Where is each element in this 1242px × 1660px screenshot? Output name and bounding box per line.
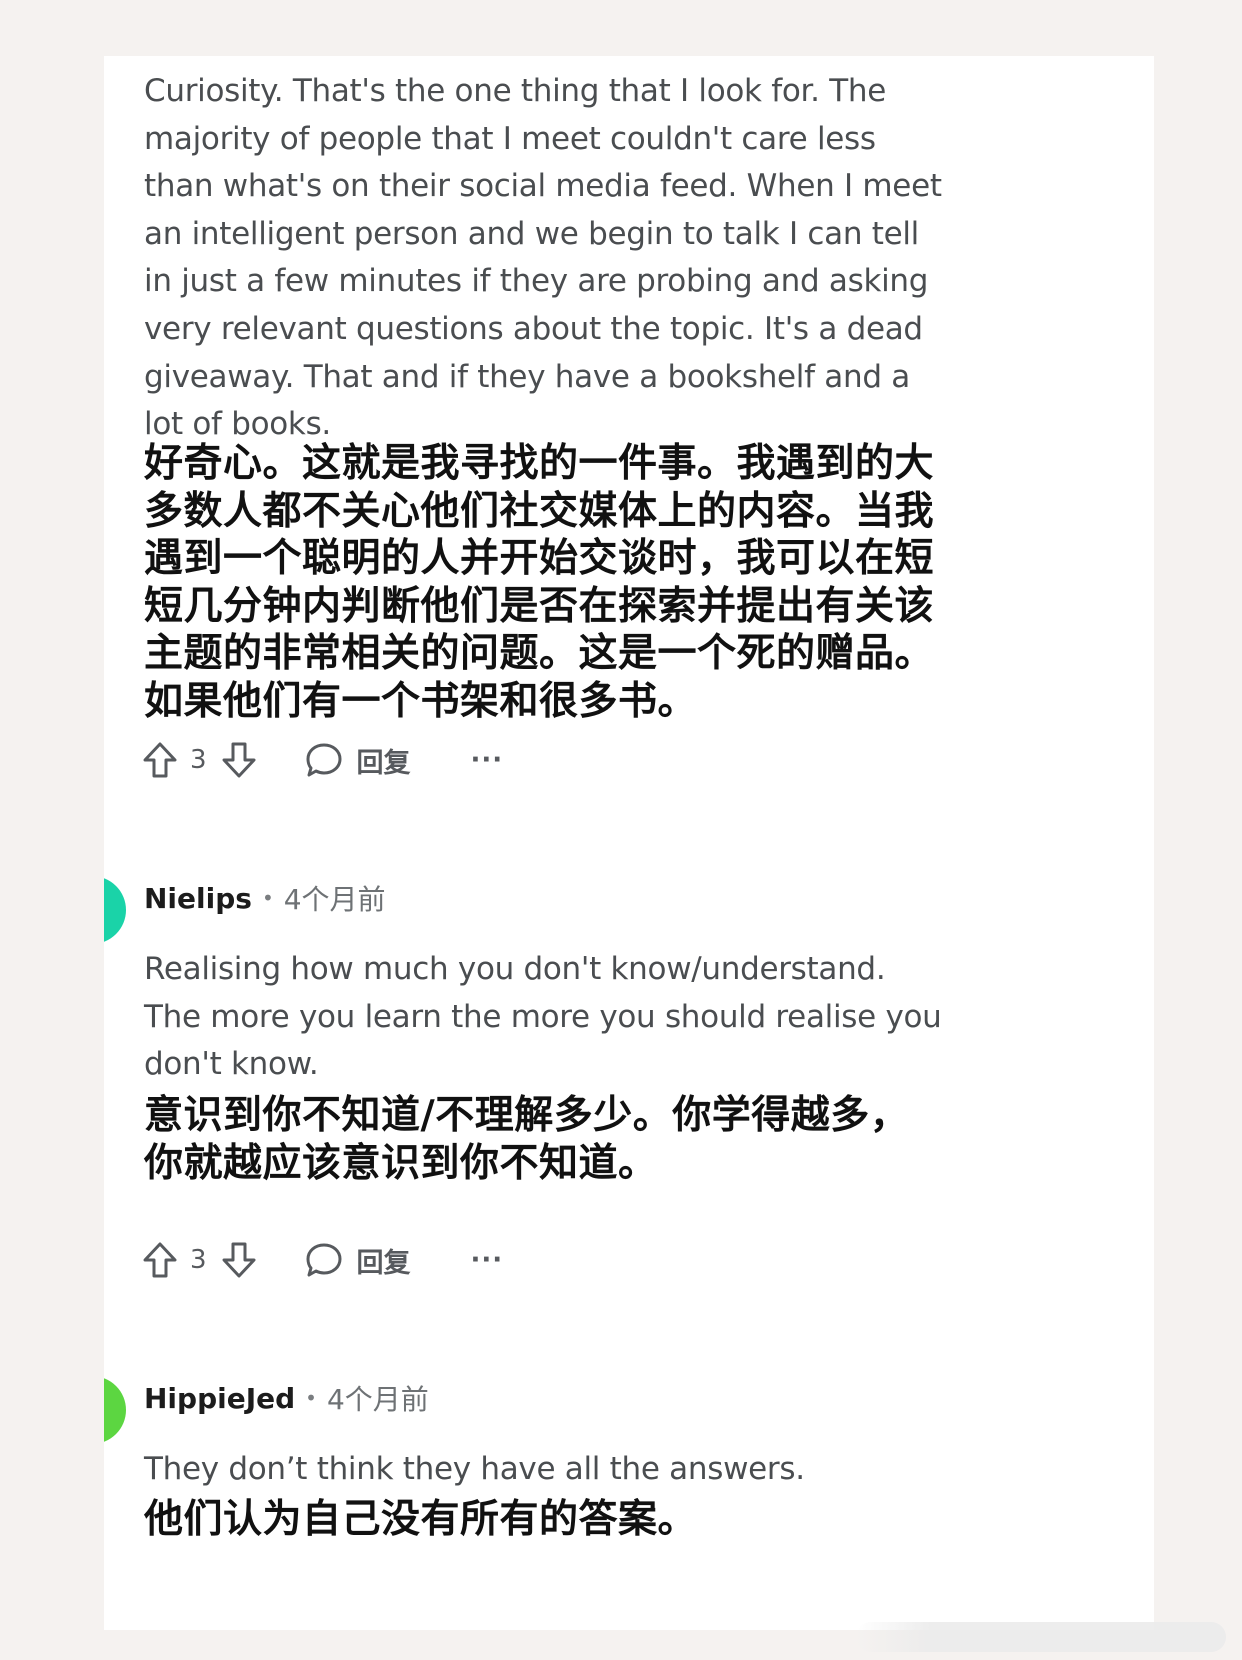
comment-body-chinese: 他们认为自己没有所有的答案。: [144, 1496, 698, 1542]
vote-count: 3: [190, 1245, 207, 1275]
author-name[interactable]: HippieJed: [144, 1382, 295, 1415]
comment-body-chinese: 意识到你不知道/不理解多少。你学得越多，你就越应该意识到你不知道。: [144, 1092, 910, 1186]
comment-body-english: Realising how much you don't know/unders…: [144, 951, 942, 1083]
upvote-icon[interactable]: [142, 1241, 178, 1279]
more-options-button[interactable]: ···: [471, 745, 504, 775]
comment-actions: 3 回复 ···: [142, 1238, 503, 1282]
watermark: [856, 1622, 1226, 1652]
downvote-icon[interactable]: [221, 741, 257, 779]
reply-label: 回复: [356, 1247, 411, 1279]
vote-count: 3: [190, 745, 207, 775]
comment-body-chinese: 好奇心。这就是我寻找的一件事。我遇到的大多数人都不关心他们社交媒体上的内容。当我…: [144, 440, 935, 724]
reply-button[interactable]: 回复: [305, 741, 411, 780]
reply-label: 回复: [356, 747, 411, 779]
meta-separator: •: [305, 1386, 317, 1410]
comment-actions: 3 回复 ···: [142, 738, 503, 782]
comment-meta: HippieJed • 4个月前: [144, 1376, 429, 1420]
timestamp[interactable]: 4个月前: [327, 1378, 429, 1418]
comment-thread: Curiosity. That's the one thing that I l…: [104, 56, 1154, 1630]
avatar[interactable]: [104, 1376, 126, 1444]
reply-bubble-icon: [305, 1241, 343, 1279]
reply-bubble-icon: [305, 741, 343, 779]
comment-meta: Nielips • 4个月前: [144, 876, 386, 920]
timestamp[interactable]: 4个月前: [284, 878, 386, 918]
comment-body-english: Curiosity. That's the one thing that I l…: [144, 73, 942, 443]
more-options-button[interactable]: ···: [471, 1245, 504, 1275]
comment-body-english: They don’t think they have all the answe…: [144, 1451, 805, 1487]
meta-separator: •: [261, 886, 274, 910]
upvote-icon[interactable]: [142, 741, 178, 779]
reply-button[interactable]: 回复: [305, 1241, 411, 1280]
avatar[interactable]: [104, 876, 126, 944]
downvote-icon[interactable]: [221, 1241, 257, 1279]
author-name[interactable]: Nielips: [144, 882, 252, 915]
